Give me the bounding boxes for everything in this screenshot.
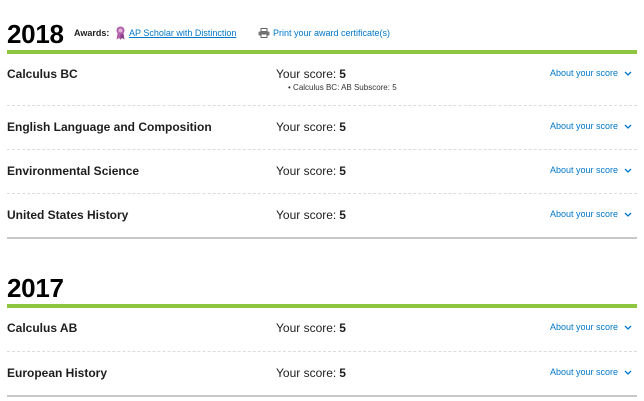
score-value: 5 <box>339 67 346 81</box>
year-header: 2018 Awards: AP Scholar with Distinction… <box>7 18 637 50</box>
score-label: Your score: <box>276 366 337 380</box>
subscore-text: Calculus BC: AB Subscore: 5 <box>293 83 397 92</box>
score-text: Your score: 5 <box>276 208 346 222</box>
year-header: 2017 <box>7 272 637 304</box>
course-name: English Language and Composition <box>7 120 212 134</box>
chevron-down-icon[interactable] <box>624 71 632 77</box>
course-row: European History Your score: 5 About your… <box>7 352 637 397</box>
about-score-link[interactable]: About your score <box>550 68 618 78</box>
score-value: 5 <box>339 321 346 335</box>
score-value: 5 <box>339 120 346 134</box>
year-section-2017: 2017 Calculus AB Your score: 5 About your… <box>7 272 637 397</box>
course-row: English Language and Composition Your sc… <box>7 106 637 150</box>
score-value: 5 <box>339 366 346 380</box>
chevron-down-icon[interactable] <box>624 168 632 174</box>
course-name: Environmental Science <box>7 164 140 178</box>
score-value: 5 <box>339 208 346 222</box>
score-label: Your score: <box>276 164 337 178</box>
score-text: Your score: 5 <box>276 366 346 380</box>
about-score-link[interactable]: About your score <box>550 165 618 175</box>
chevron-down-icon[interactable] <box>624 124 632 130</box>
year-title: 2017 <box>7 273 64 303</box>
score-label: Your score: <box>276 120 337 134</box>
course-name: Calculus AB <box>7 321 78 335</box>
chevron-down-icon[interactable] <box>624 370 632 376</box>
course-row: United States History Your score: 5 About… <box>7 194 637 239</box>
ribbon-medal-icon <box>116 26 125 40</box>
course-name: United States History <box>7 208 129 222</box>
about-score-link[interactable]: About your score <box>550 367 618 377</box>
about-score-link[interactable]: About your score <box>550 209 618 219</box>
score-text: Your score: 5 <box>276 164 346 178</box>
course-name: European History <box>7 366 108 380</box>
chevron-down-icon[interactable] <box>624 212 632 218</box>
course-name: Calculus BC <box>7 67 78 81</box>
award-link[interactable]: AP Scholar with Distinction <box>129 28 236 38</box>
score-text: Your score: 5 <box>276 120 346 134</box>
score-text: Your score: 5 <box>276 67 346 81</box>
score-label: Your score: <box>276 67 337 81</box>
score-value: 5 <box>339 164 346 178</box>
course-row: Calculus BC Your score: 5 • Calculus BC: … <box>7 54 637 106</box>
score-label: Your score: <box>276 321 337 335</box>
course-row: Calculus AB Your score: 5 About your scor… <box>7 308 637 352</box>
awards-label: Awards: <box>74 28 110 38</box>
about-score-link[interactable]: About your score <box>550 121 618 131</box>
course-row: Environmental Science Your score: 5 About… <box>7 150 637 194</box>
score-label: Your score: <box>276 208 337 222</box>
print-certificate-link[interactable]: Print your award certificate(s) <box>273 28 390 38</box>
about-score-link[interactable]: About your score <box>550 322 618 332</box>
subscore-bullet: • <box>288 83 291 92</box>
subscore-item: • Calculus BC: AB Subscore: 5 <box>288 83 397 92</box>
score-text: Your score: 5 <box>276 321 346 335</box>
year-section-2018: 2018 Awards: AP Scholar with Distinction… <box>7 18 637 239</box>
year-title: 2018 <box>7 19 64 49</box>
chevron-down-icon[interactable] <box>624 325 632 331</box>
printer-icon[interactable] <box>258 28 270 38</box>
